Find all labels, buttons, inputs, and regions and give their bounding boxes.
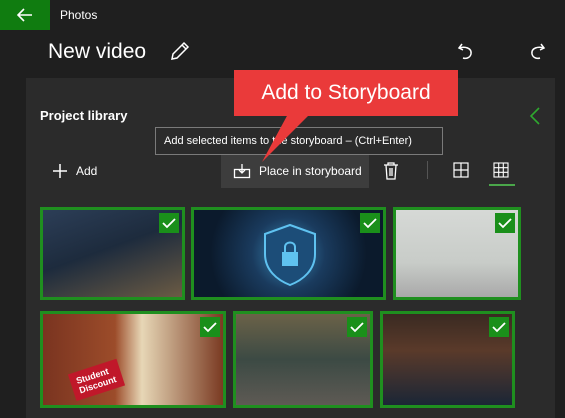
selected-checkbox[interactable] [495,213,515,233]
place-in-storyboard-icon [233,164,251,179]
undo-icon [457,43,472,60]
media-thumbnail[interactable]: Student Discount [40,311,226,408]
project-library-title: Project library [40,108,128,123]
photo-sticker: Student Discount [67,358,125,402]
place-in-storyboard-label: Place in storyboard [259,164,362,178]
back-button[interactable] [0,0,50,30]
media-thumbnail[interactable] [233,311,373,408]
checkmark-icon [162,218,176,229]
add-button[interactable]: Add [52,160,97,182]
large-thumbnail-view-button[interactable] [453,162,469,178]
checkmark-icon [498,218,512,229]
collapse-library-button[interactable] [528,106,544,126]
plus-icon [53,164,67,178]
selected-checkbox[interactable] [489,317,509,337]
selected-checkbox[interactable] [200,317,220,337]
pencil-icon [171,41,190,60]
active-view-indicator [489,184,515,186]
checkmark-icon [363,218,377,229]
toolbar-divider [427,161,428,179]
title-bar: Photos [0,0,565,30]
selected-checkbox[interactable] [159,213,179,233]
redo-button[interactable] [525,40,547,62]
delete-button[interactable] [382,161,400,181]
media-thumbnail[interactable] [191,207,386,300]
annotation-callout: Add to Storyboard [234,70,458,116]
edit-title-button[interactable] [168,39,192,63]
arrow-left-icon [17,8,32,22]
media-thumbnail[interactable] [40,207,185,300]
trash-icon [384,162,398,180]
large-grid-icon [453,162,469,178]
video-title[interactable]: New video [48,40,146,64]
redo-icon [531,43,546,60]
selected-checkbox[interactable] [347,317,367,337]
place-in-storyboard-button[interactable]: Place in storyboard [221,154,369,188]
add-label: Add [76,164,98,178]
media-thumbnail[interactable] [393,207,521,300]
place-in-storyboard-tooltip: Add selected items to the storyboard – (… [155,127,443,155]
media-thumbnail[interactable] [380,311,515,408]
small-thumbnail-view-button[interactable] [493,162,509,178]
chevron-left-icon [529,107,540,125]
checkmark-icon [203,322,217,333]
shield-lock-icon [264,223,316,287]
checkmark-icon [350,322,364,333]
selected-checkbox[interactable] [360,213,380,233]
undo-button[interactable] [456,40,478,62]
app-title: Photos [60,8,98,22]
checkmark-icon [492,322,506,333]
small-grid-icon [493,162,509,178]
